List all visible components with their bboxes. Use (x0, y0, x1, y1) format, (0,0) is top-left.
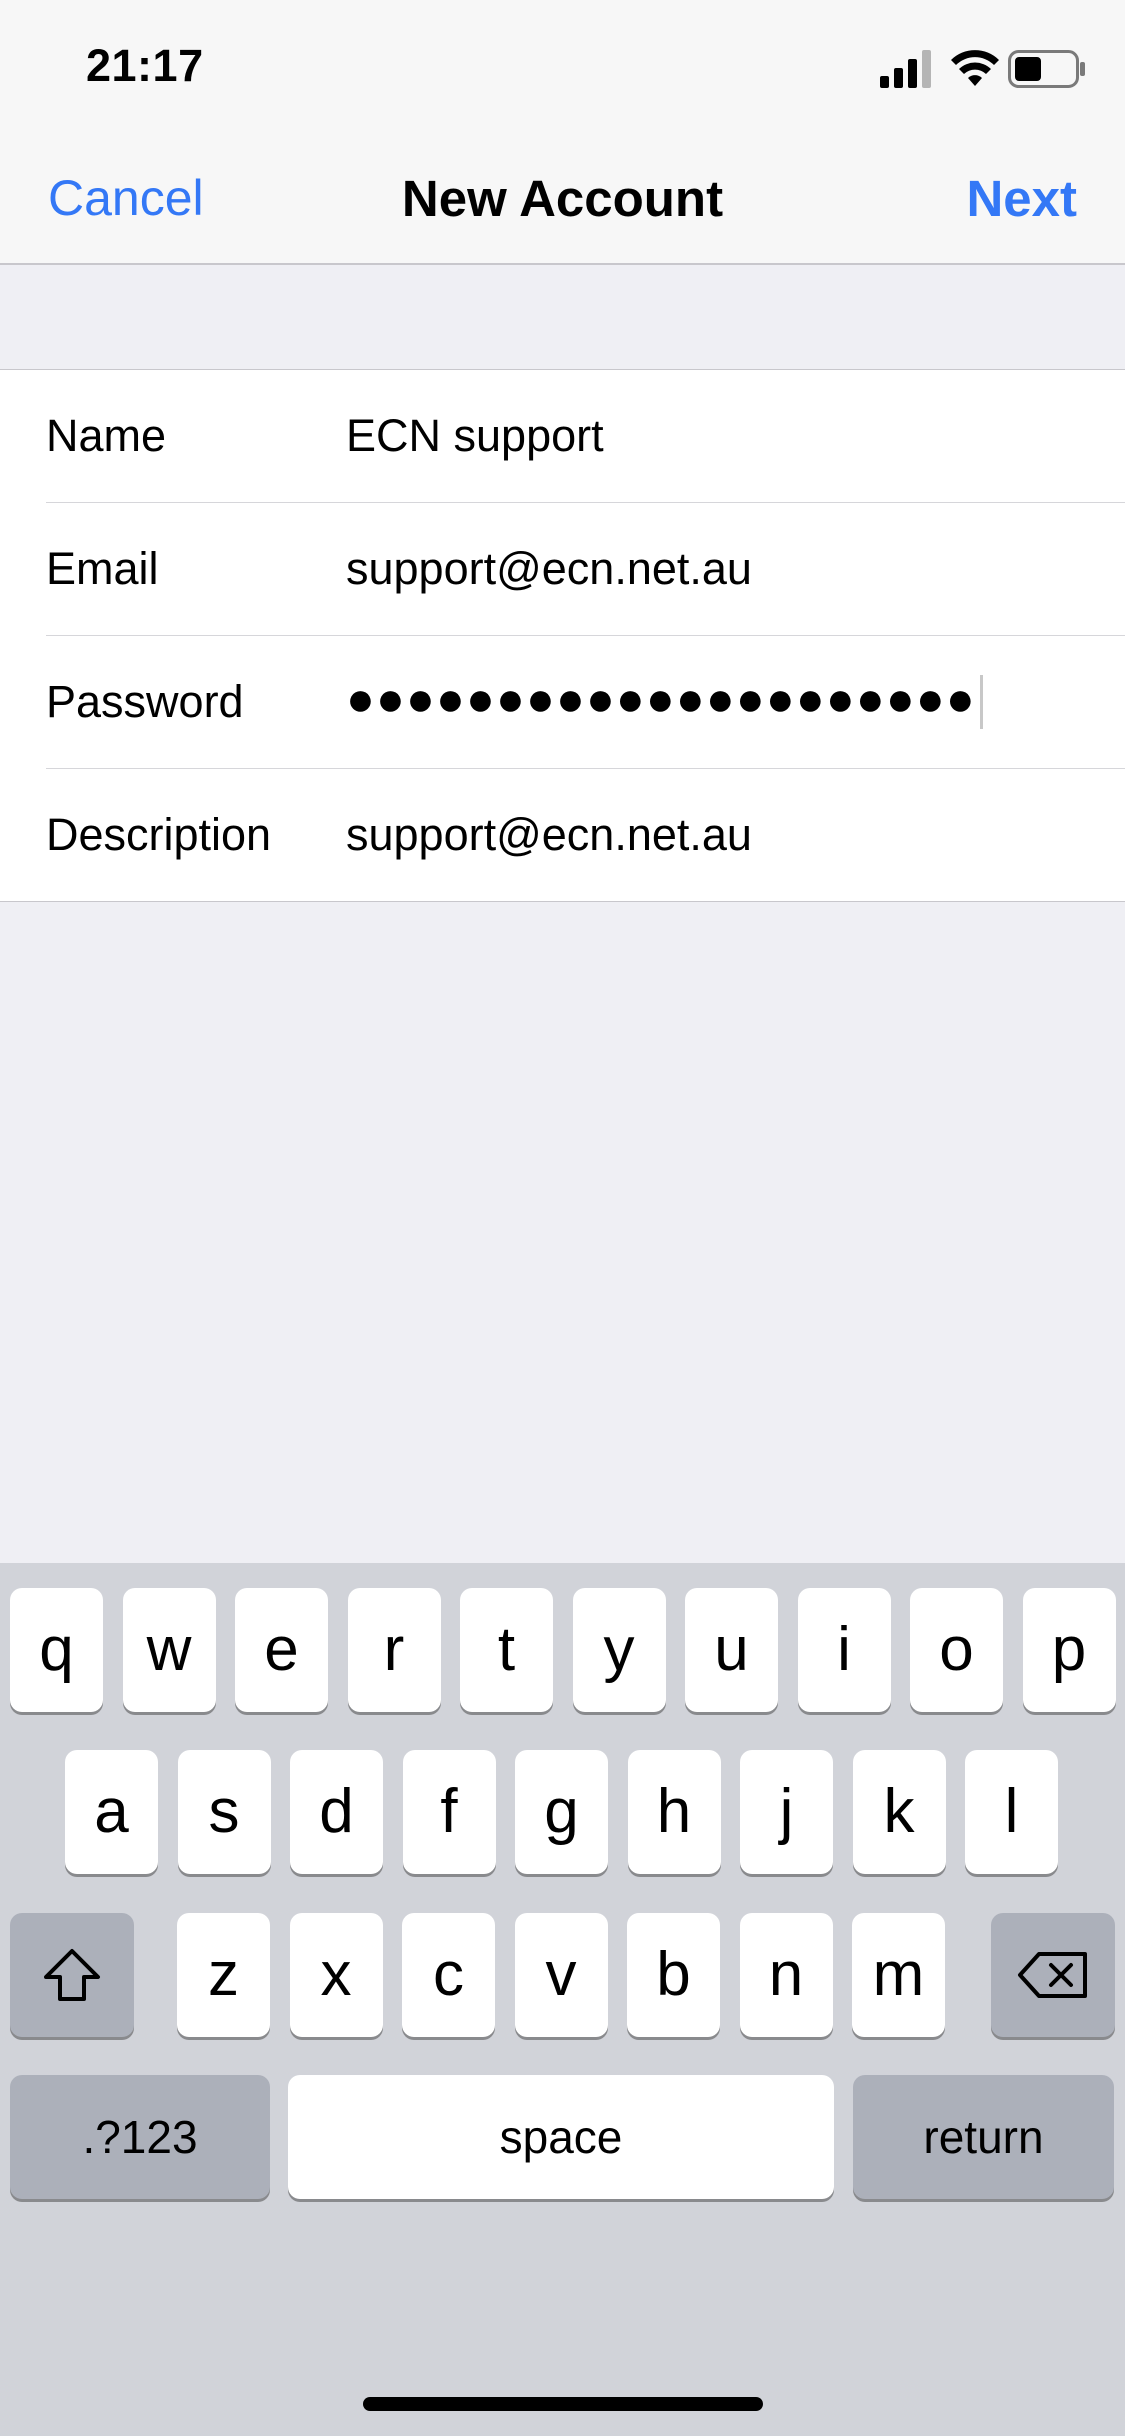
key-n[interactable]: n (739, 1913, 833, 2037)
key-x[interactable]: x (289, 1913, 383, 2037)
key-j[interactable]: j (740, 1750, 833, 1874)
signal-icon (880, 50, 931, 88)
name-row[interactable]: Name ECN support (46, 370, 1125, 503)
key-z[interactable]: z (177, 1913, 270, 2037)
key-y[interactable]: y (572, 1588, 666, 1712)
delete-key[interactable] (991, 1913, 1115, 2037)
password-dots: ●●●●●●●●●●●●●●●●●●●●● (346, 673, 976, 726)
return-key[interactable]: return (853, 2075, 1114, 2199)
key-u[interactable]: u (685, 1588, 778, 1712)
key-i[interactable]: i (797, 1588, 891, 1712)
key-l[interactable]: l (965, 1750, 1058, 1874)
key-f[interactable]: f (402, 1750, 496, 1874)
password-field[interactable]: ●●●●●●●●●●●●●●●●●●●●● (346, 672, 983, 730)
key-o[interactable]: o (910, 1588, 1003, 1712)
wifi-icon (951, 50, 999, 86)
key-w[interactable]: w (122, 1588, 216, 1712)
key-d[interactable]: d (290, 1750, 383, 1874)
battery-icon (1008, 50, 1085, 88)
email-row[interactable]: Email support@ecn.net.au (46, 503, 1125, 636)
description-row[interactable]: Description support@ecn.net.au (46, 769, 1125, 901)
name-field[interactable]: ECN support (346, 410, 604, 462)
backspace-icon (1018, 1952, 1087, 1998)
next-button[interactable]: Next (966, 169, 1077, 228)
name-label: Name (46, 410, 167, 461)
page-title: New Account (401, 170, 724, 227)
key-k[interactable]: k (852, 1750, 946, 1874)
key-t[interactable]: t (460, 1588, 553, 1712)
key-s[interactable]: s (177, 1750, 271, 1874)
key-m[interactable]: m (852, 1913, 945, 2037)
account-form: Name ECN support Email support@ecn.net.a… (0, 369, 1125, 902)
description-field[interactable]: support@ecn.net.au (346, 809, 752, 861)
password-label: Password (46, 676, 244, 727)
numbers-key[interactable]: .?123 (10, 2075, 270, 2199)
key-e[interactable]: e (235, 1588, 328, 1712)
text-cursor (979, 675, 983, 730)
key-q[interactable]: q (10, 1588, 103, 1712)
navigation-bar: Cancel New Account Next (0, 135, 1125, 265)
key-v[interactable]: v (514, 1913, 608, 2037)
status-bar: 21:17 (0, 0, 1125, 135)
key-b[interactable]: b (627, 1913, 720, 2037)
status-time: 21:17 (86, 40, 204, 91)
key-h[interactable]: h (627, 1750, 721, 1874)
key-r[interactable]: r (347, 1588, 441, 1712)
key-g[interactable]: g (515, 1750, 608, 1874)
email-field[interactable]: support@ecn.net.au (346, 543, 752, 595)
space-key[interactable]: space (288, 2075, 834, 2199)
key-a[interactable]: a (65, 1750, 158, 1874)
email-label: Email (46, 543, 159, 594)
shift-key[interactable] (10, 1913, 134, 2037)
keyboard: qwertyuiop asdfghjkl zxcvbnm .?123 space r… (0, 1563, 1125, 2436)
password-row[interactable]: Password ●●●●●●●●●●●●●●●●●●●●● (46, 636, 1125, 769)
home-indicator (363, 2397, 763, 2411)
shift-icon (44, 1949, 100, 2001)
description-label: Description (46, 809, 272, 860)
key-p[interactable]: p (1022, 1588, 1116, 1712)
key-c[interactable]: c (402, 1913, 495, 2037)
